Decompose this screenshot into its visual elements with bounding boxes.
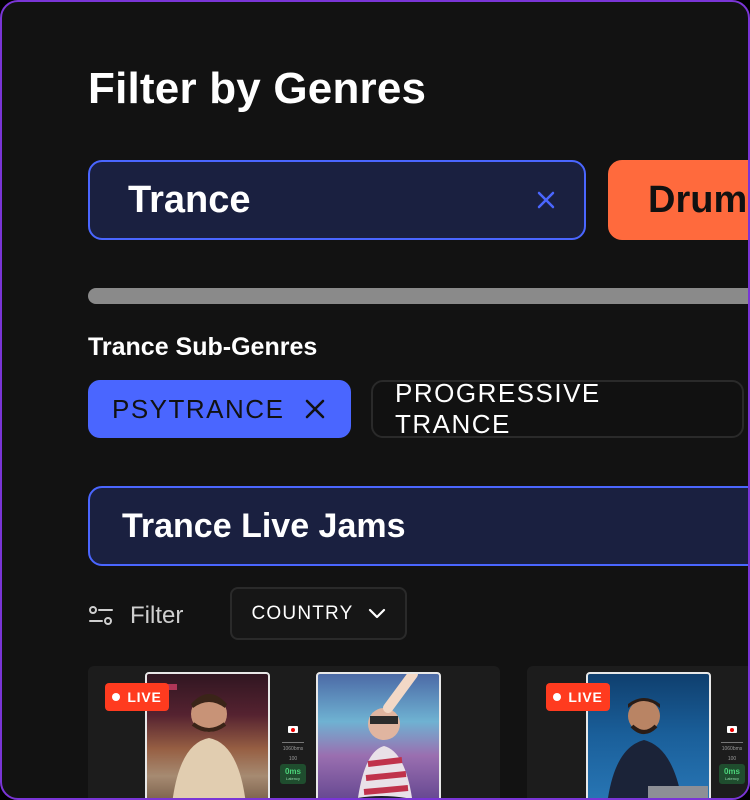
latency-value: 0ms <box>723 767 740 776</box>
mini-slider <box>282 742 304 743</box>
sub-genre-label: PROGRESSIVE TRANCE <box>395 378 601 439</box>
latency-label: Latency <box>724 776 739 781</box>
country-dropdown[interactable]: COUNTRY <box>230 587 407 640</box>
live-dot-icon <box>553 693 562 701</box>
genre-chip-trance[interactable]: Trance <box>88 160 586 240</box>
sub-genres-heading: Trance Sub-Genres <box>88 333 318 361</box>
genre-filter-panel: Filter by Genres Trance Drum Trance Sub-… <box>0 0 750 800</box>
dj-photo-thumbnail <box>316 672 441 798</box>
page-title: Filter by Genres <box>88 64 427 113</box>
sub-genre-label: PSYTRANCE <box>112 393 285 424</box>
chevron-down-icon <box>368 608 386 620</box>
section-title: Trance Live Jams <box>122 506 406 545</box>
sub-genre-chip-progressive-trance[interactable]: PROGRESSIVE TRANCE <box>371 378 744 439</box>
mini-bpm: 1060bms <box>721 746 743 752</box>
live-jam-card[interactable]: LIVE 1060bms 100 0ms Latency <box>88 666 500 798</box>
mini-slider <box>721 742 743 743</box>
sub-genre-chip-psytrance[interactable]: PSYTRANCE <box>88 380 351 438</box>
live-badge: LIVE <box>105 683 169 711</box>
live-badge-label: LIVE <box>127 689 162 705</box>
latency-value: 0ms <box>284 767 301 776</box>
live-jam-card[interactable]: LIVE 1060bms 100 0ms Latency <box>527 666 748 798</box>
horizontal-scrollbar[interactable] <box>88 288 748 304</box>
latency-label: Latency <box>285 776 300 781</box>
genre-chip-drum[interactable]: Drum <box>608 160 748 240</box>
genre-chip-label: Drum <box>648 178 748 221</box>
country-label: COUNTRY <box>251 602 354 624</box>
latency-indicator: 0ms Latency <box>280 764 306 784</box>
close-icon[interactable] <box>534 188 558 212</box>
flag-icon <box>288 726 298 733</box>
mini-value: 100 <box>288 756 298 762</box>
live-jams-section-header: Trance Live Jams <box>88 486 748 566</box>
flag-icon <box>727 726 737 733</box>
live-dot-icon <box>112 693 121 701</box>
filter-button[interactable]: Filter <box>88 596 183 636</box>
live-badge-label: LIVE <box>568 689 603 705</box>
latency-indicator: 0ms Latency <box>719 764 745 784</box>
genre-chip-label: Trance <box>128 178 251 221</box>
sliders-icon <box>88 604 114 628</box>
mini-value: 100 <box>727 756 737 762</box>
live-badge: LIVE <box>546 683 610 711</box>
mini-bpm: 1060bms <box>282 746 304 752</box>
close-icon[interactable] <box>303 397 327 421</box>
filter-label: Filter <box>130 602 184 629</box>
